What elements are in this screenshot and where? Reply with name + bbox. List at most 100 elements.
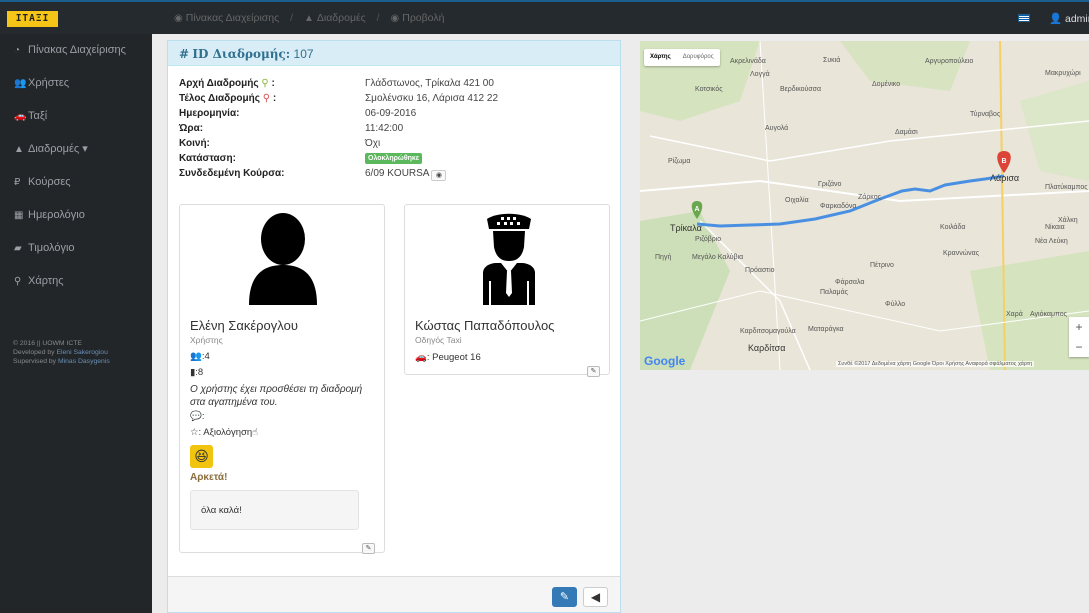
map-place-akrelinada: Ακρελινάδα: [730, 58, 766, 65]
map-place-trikala: Τρίκαλα: [670, 223, 702, 233]
date-value: 06-09-2016: [365, 108, 417, 119]
back-button[interactable]: ◀: [583, 587, 608, 607]
map-attribution[interactable]: Συνθέ ©2017 Δεδομένα χάρτη Google Όροι Χ…: [836, 361, 1035, 367]
edit-driver-icon[interactable]: ✎: [587, 366, 600, 377]
rating-label[interactable]: : Αξιολόγηση: [199, 427, 253, 438]
shared-value: Όχι: [365, 138, 381, 149]
breadcrumb-dashboard[interactable]: Πίνακας Διαχείρισης: [186, 12, 279, 24]
info-row-status: Κατάσταση: Ολοκληρώθηκε: [179, 153, 609, 166]
panel-footer: ✎ ◀: [168, 576, 620, 612]
map-place-rizoma: Ρίζωμα: [668, 158, 691, 165]
comments-value: :: [201, 411, 205, 422]
user-menu[interactable]: 👤 admin: [1049, 12, 1089, 25]
map-marker-green-icon: ⚲: [261, 78, 269, 89]
sidebar-item-taxi[interactable]: 🚗 Ταξί: [0, 102, 152, 130]
car-icon: 🚗: [14, 111, 27, 122]
map-place-mataragka: Ματαράγκα: [808, 326, 844, 333]
edit-button[interactable]: ✎: [552, 587, 577, 607]
map-place-petrino: Πέτρινο: [870, 262, 894, 269]
rating-word: Αρκετά!: [190, 472, 228, 483]
map-place-megalo-kalyvia: Μεγάλο Καλύβια: [692, 254, 744, 261]
linked-ride-label: Συνδεδεμένη Κούρσα:: [179, 168, 285, 179]
luggage-value: :8: [195, 367, 204, 378]
pencil-icon: ✎: [559, 591, 570, 603]
breadcrumb-separator: /: [376, 12, 380, 24]
user-role: Χρήστης: [190, 335, 223, 345]
map-place-fyllo: Φύλλο: [885, 301, 906, 308]
end-label: Τέλος Διαδρομής: [179, 93, 260, 104]
sidebar-item-users[interactable]: 👥 Χρήστες: [0, 69, 152, 97]
marker-b-label: B: [1001, 158, 1006, 165]
route-id-value: 107: [293, 47, 314, 61]
map-tab-satellite[interactable]: Δορυφόρος: [677, 49, 720, 66]
sidebar-item-dashboard[interactable]: ◔ Πίνακας Διαχείρισης: [0, 36, 152, 64]
info-row-shared: Κοινή: Όχι: [179, 138, 609, 151]
map-marker-red-icon: ⚲: [262, 93, 271, 104]
comment-icon: 💬: [190, 411, 202, 422]
user-card: Ελένη Σακέρογλου Χρήστης 👥:4 ▮:8 Ο χρήστ…: [179, 204, 385, 554]
route-panel: # ID Διαδρομής: 107 Αρχή Διαδρομής ⚲ : Γλ…: [167, 40, 621, 613]
view-ride-button[interactable]: ◉: [431, 170, 447, 181]
google-logo[interactable]: Google: [644, 354, 685, 368]
map-place-karditsomagoula: Καρδιτσομαγούλα: [740, 328, 796, 335]
sidebar-item-label: Πίνακας Διαχείρισης: [28, 44, 126, 56]
map-place-rizovrio: Ριζόβριο: [695, 236, 722, 243]
map-place-palamas: Παλαμάς: [820, 289, 848, 296]
map-place-tyrnavos: Τύρναβος: [970, 111, 1001, 118]
sidebar-item-map[interactable]: ⚲ Χάρτης: [0, 267, 152, 295]
developer-link[interactable]: Eleni Sakerogiou: [56, 349, 107, 356]
driver-role: Οδηγός Taxi: [415, 335, 462, 345]
sidebar-item-routes[interactable]: ▲ Διαδρομές ▾: [0, 135, 152, 163]
edit-user-icon[interactable]: ✎: [362, 543, 375, 554]
luggage-line: ▮:8: [190, 367, 203, 378]
sidebar-item-label: Κούρσες: [28, 176, 71, 188]
sidebar-item-label: Ημερολόγιο: [28, 209, 85, 221]
map-place-krannonas: Κραννώνας: [943, 250, 980, 257]
sidebar-item-label: Διαδρομές: [28, 143, 80, 155]
sidebar-item-rides[interactable]: ₽ Κούρσες: [0, 168, 152, 196]
supervised-by-label: Supervised by: [13, 358, 57, 365]
back-circle-icon: ◀: [590, 590, 601, 604]
zoom-in-button[interactable]: +: [1069, 317, 1089, 337]
map-tab-map[interactable]: Χάρτης: [644, 49, 677, 66]
shared-label: Κοινή:: [179, 138, 210, 149]
users-icon: 👥: [14, 78, 27, 89]
car-line: 🚗: Peugeot 16: [415, 352, 481, 363]
user-name: admin: [1065, 13, 1089, 25]
breadcrumb-routes[interactable]: Διαδρομές: [317, 12, 366, 24]
supervisor-link[interactable]: Minas Dasygenis: [58, 358, 110, 365]
hash-icon: #: [179, 47, 190, 61]
road-icon: ▲: [303, 13, 314, 24]
info-row-end: Τέλος Διαδρομής ⚲ : Σμολένσκυ 16, Λάρισα …: [179, 93, 499, 104]
passengers-line: 👥:4: [190, 351, 210, 362]
map-place-avgola: Αυγολά: [765, 125, 789, 132]
map-place-grizano: Γριζάνο: [818, 181, 842, 188]
breadcrumb: ◉ Πίνακας Διαχείρισης / ▲ Διαδρομές / ◉ Προ…: [174, 12, 444, 24]
sidebar-item-invoice[interactable]: ▰ Τιμολόγιο: [0, 234, 152, 262]
map-place-zarkos: Ζάρκος: [858, 194, 881, 201]
panel-heading: # ID Διαδρομής: 107: [168, 41, 620, 66]
breadcrumb-separator: /: [290, 12, 294, 24]
user-icon: 👤: [1049, 13, 1063, 25]
car-value: : Peugeot 16: [426, 352, 481, 363]
driver-name: Κώστας Παπαδόπουλος: [415, 318, 555, 333]
sidebar-item-label: Χάρτης: [28, 275, 64, 287]
dashboard-icon: ◉: [174, 13, 183, 24]
map-type-control: Χάρτης Δορυφόρος: [644, 49, 720, 66]
map-place-logga: Λογγά: [750, 71, 770, 78]
sidebar-item-calendar[interactable]: ▦ Ημερολόγιο: [0, 201, 152, 229]
comments-line: 💬:: [190, 411, 204, 422]
passengers-value: :4: [201, 351, 210, 362]
sidebar-item-label: Ταξί: [28, 110, 48, 122]
user-name: Ελένη Σακέρογλου: [190, 318, 298, 333]
route-map[interactable]: A B Χάρτης Δορυφόρος Τρίκαλα Λάρισα Καρδί…: [640, 41, 1089, 370]
zoom-out-button[interactable]: −: [1069, 337, 1089, 357]
map-place-larisa: Λάρισα: [990, 173, 1020, 183]
star-icon: ☆: [190, 427, 199, 438]
map-place-domeniko: Δομένικο: [872, 81, 901, 88]
brand-logo[interactable]: ITΑΞΙ: [7, 11, 58, 27]
user-comment: όλα καλά!: [190, 490, 359, 530]
map-place-koilada: Κοιλάδα: [940, 224, 966, 231]
greek-flag-icon[interactable]: [1018, 14, 1030, 22]
driver-avatar-icon: [483, 213, 535, 305]
